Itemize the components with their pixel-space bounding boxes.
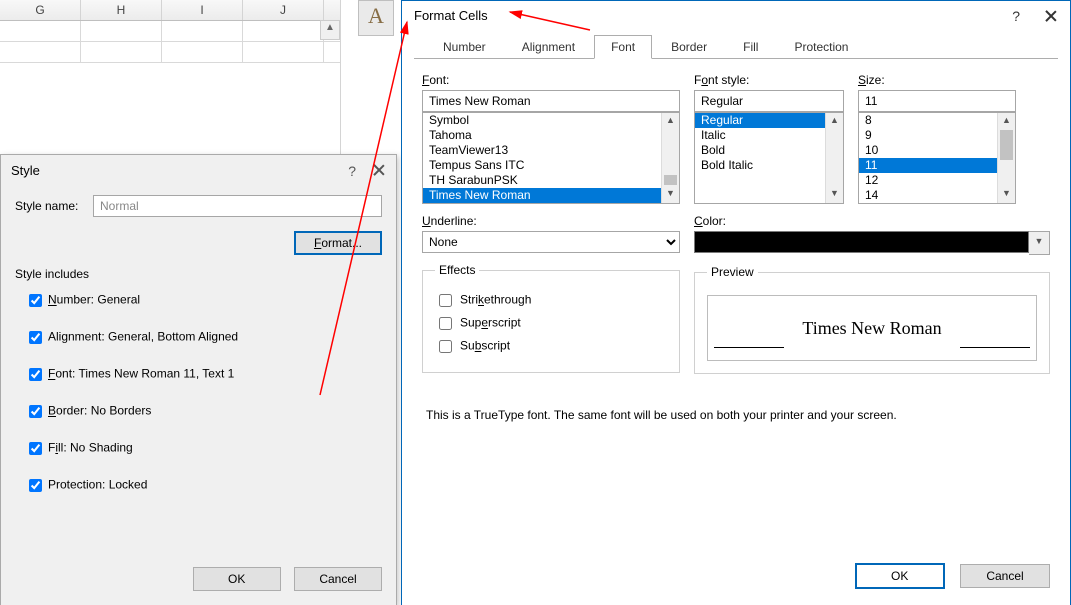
scroll-up-icon[interactable]: ▲ — [662, 113, 679, 130]
scroll-thumb[interactable] — [1000, 130, 1013, 160]
underline-label: Underline: — [422, 214, 680, 228]
close-icon[interactable] — [372, 163, 386, 177]
size-label: Size: — [858, 73, 1016, 87]
number-checkbox[interactable] — [29, 294, 42, 307]
list-item[interactable]: Bold Italic — [695, 158, 843, 173]
strikethrough-checkbox[interactable] — [439, 294, 452, 307]
scroll-up-icon[interactable]: ▲ — [998, 113, 1015, 130]
font-style-input[interactable] — [694, 90, 844, 112]
superscript-checkbox[interactable] — [439, 317, 452, 330]
font-style-listbox[interactable]: Regular Italic Bold Bold Italic ▲ ▼ — [694, 112, 844, 204]
tab-border[interactable]: Border — [654, 35, 724, 59]
subscript-checkbox[interactable] — [439, 340, 452, 353]
list-item[interactable]: TH SarabunPSK — [423, 173, 679, 188]
font-listbox[interactable]: Symbol Tahoma TeamViewer13 Tempus Sans I… — [422, 112, 680, 204]
effects-legend: Effects — [435, 263, 479, 277]
col-header[interactable]: I — [162, 0, 243, 20]
color-dropdown-icon[interactable]: ▼ — [1029, 231, 1050, 255]
list-item[interactable]: Italic — [695, 128, 843, 143]
size-listbox[interactable]: 8 9 10 11 12 14 ▲ ▼ — [858, 112, 1016, 204]
size-input[interactable] — [858, 90, 1016, 112]
help-icon[interactable]: ? — [348, 155, 356, 187]
list-item[interactable]: 10 — [859, 143, 1015, 158]
font-style-label: Font style: — [694, 73, 844, 87]
color-swatch[interactable] — [694, 231, 1029, 253]
format-cells-dialog: Format Cells ? Number Alignment Font Bor… — [401, 0, 1071, 605]
scroll-up-icon[interactable]: ▲ — [320, 20, 340, 40]
border-checkbox[interactable] — [29, 405, 42, 418]
style-dialog-title: Style — [11, 163, 40, 178]
scroll-down-icon[interactable]: ▼ — [826, 186, 843, 203]
tab-font[interactable]: Font — [594, 35, 652, 59]
col-header[interactable]: G — [0, 0, 81, 20]
ok-button[interactable]: OK — [193, 567, 281, 591]
style-includes-label: Style includes — [15, 267, 382, 281]
scroll-down-icon[interactable]: ▼ — [662, 186, 679, 203]
preview-box: Times New Roman — [707, 295, 1037, 361]
strikethrough-label: Strikethrough — [460, 293, 531, 307]
font-label: Font: Times New Roman 11, Text 1 — [48, 367, 234, 381]
scroll-up-icon[interactable]: ▲ — [826, 113, 843, 130]
tab-number[interactable]: Number — [426, 35, 503, 59]
list-item[interactable]: Tempus Sans ITC — [423, 158, 679, 173]
col-header[interactable]: J — [243, 0, 324, 20]
color-label: Color: — [694, 214, 1050, 228]
preview-group: Preview Times New Roman — [694, 265, 1050, 374]
number-label: Number: General — [48, 293, 140, 307]
preview-text: Times New Roman — [802, 318, 941, 339]
list-item[interactable]: 8 — [859, 113, 1015, 128]
font-input[interactable] — [422, 90, 680, 112]
list-item[interactable]: 12 — [859, 173, 1015, 188]
underline-select[interactable]: None — [422, 231, 680, 253]
format-button[interactable]: Format... — [294, 231, 382, 255]
style-name-label: Style name: — [15, 199, 93, 213]
font-label: Font: — [422, 73, 680, 87]
preview-legend: Preview — [707, 265, 758, 279]
list-item[interactable]: Symbol — [423, 113, 679, 128]
cancel-button[interactable]: Cancel — [294, 567, 382, 591]
spreadsheet-fragment: G H I J ▲ — [0, 0, 341, 160]
truetype-note: This is a TrueType font. The same font w… — [426, 408, 1050, 422]
list-item[interactable]: Bold — [695, 143, 843, 158]
cancel-button[interactable]: Cancel — [960, 564, 1050, 588]
protection-label: Protection: Locked — [48, 478, 147, 492]
list-item[interactable]: 11 — [859, 158, 1015, 173]
tab-alignment[interactable]: Alignment — [505, 35, 592, 59]
font-checkbox[interactable] — [29, 368, 42, 381]
tab-fill[interactable]: Fill — [726, 35, 775, 59]
alignment-checkbox[interactable] — [29, 331, 42, 344]
fill-label: Fill: No Shading — [48, 441, 133, 455]
style-preview-badge: A — [358, 0, 394, 36]
col-header[interactable]: H — [81, 0, 162, 20]
list-item[interactable]: Tahoma — [423, 128, 679, 143]
ok-button[interactable]: OK — [855, 563, 945, 589]
tab-strip: Number Alignment Font Border Fill Protec… — [426, 35, 1070, 59]
scroll-thumb[interactable] — [664, 175, 677, 185]
list-item[interactable]: 14 — [859, 188, 1015, 203]
fill-checkbox[interactable] — [29, 442, 42, 455]
list-item[interactable]: Regular — [695, 113, 843, 128]
close-icon[interactable] — [1044, 9, 1058, 23]
subscript-label: Subscript — [460, 339, 510, 353]
style-dialog: Style ? Style name: Format... Style incl… — [0, 154, 397, 605]
effects-group: Effects Strikethrough Superscript Subscr… — [422, 263, 680, 373]
list-item[interactable]: 9 — [859, 128, 1015, 143]
style-name-input[interactable] — [93, 195, 382, 217]
alignment-label: Alignment: General, Bottom Aligned — [48, 330, 238, 344]
superscript-label: Superscript — [460, 316, 521, 330]
tab-protection[interactable]: Protection — [777, 35, 865, 59]
format-cells-title: Format Cells — [414, 8, 488, 23]
border-label: Border: No Borders — [48, 404, 151, 418]
help-icon[interactable]: ? — [1012, 1, 1020, 31]
list-item[interactable]: Times New Roman — [423, 188, 679, 203]
list-item[interactable]: TeamViewer13 — [423, 143, 679, 158]
protection-checkbox[interactable] — [29, 479, 42, 492]
scroll-down-icon[interactable]: ▼ — [998, 186, 1015, 203]
